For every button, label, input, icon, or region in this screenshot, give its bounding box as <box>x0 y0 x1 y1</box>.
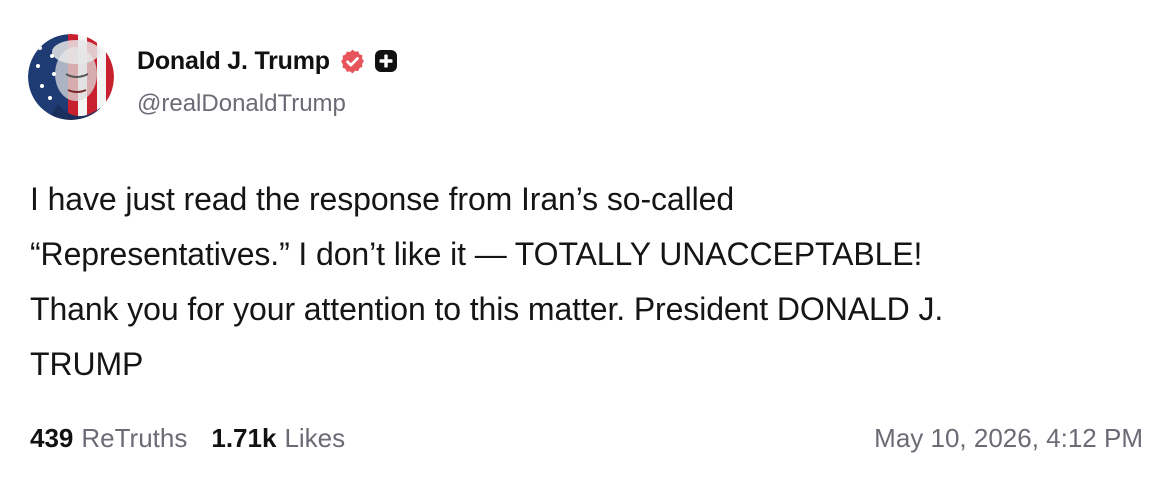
likes-stat[interactable]: 1.71k Likes <box>211 423 345 454</box>
retruths-count: 439 <box>30 422 74 453</box>
likes-count: 1.71k <box>211 422 277 453</box>
avatar[interactable] <box>28 34 114 120</box>
plus-square-icon[interactable] <box>374 49 398 73</box>
truth-post: Donald J. Trump @realDonaldTrump I have … <box>0 0 1170 479</box>
retruths-label: ReTruths <box>81 422 188 453</box>
verified-badge-icon <box>339 48 366 75</box>
likes-label: Likes <box>284 422 346 453</box>
post-body-text: I have just read the response from Iran’… <box>30 181 944 382</box>
avatar-image <box>28 34 114 120</box>
post-stats: 439 ReTruths 1.71k Likes <box>30 418 345 458</box>
post-timestamp[interactable]: May 10, 2026, 4:12 PM <box>874 418 1143 458</box>
author-name-row: Donald J. Trump <box>137 44 398 78</box>
retruths-stat[interactable]: 439 ReTruths <box>30 423 187 454</box>
author-display-name[interactable]: Donald J. Trump <box>137 47 330 76</box>
author-handle[interactable]: @realDonaldTrump <box>137 90 346 118</box>
